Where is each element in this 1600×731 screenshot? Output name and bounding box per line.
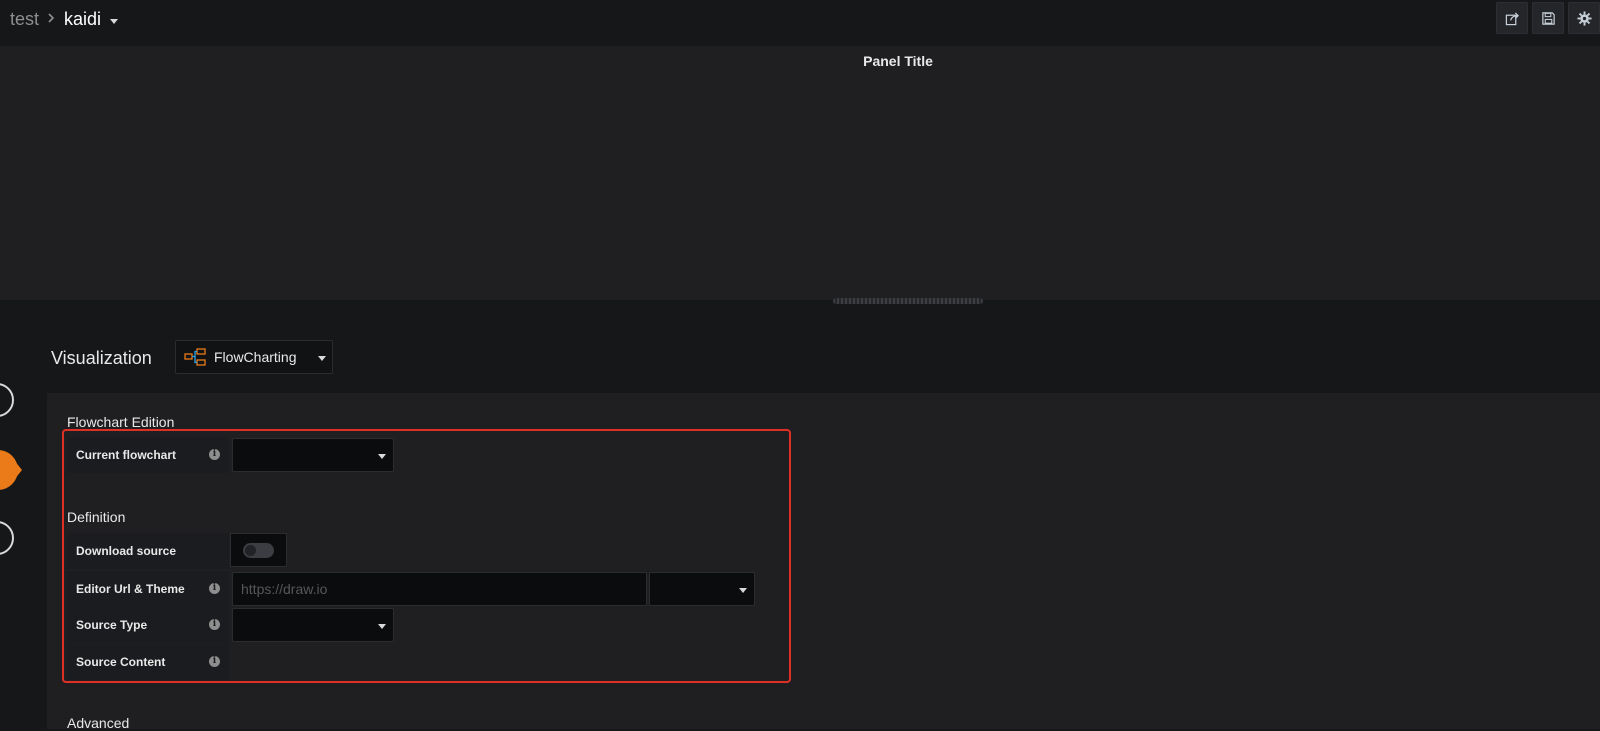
chevron-down-icon xyxy=(378,454,386,459)
chevron-down-icon xyxy=(378,624,386,629)
chevron-down-icon[interactable] xyxy=(110,19,118,24)
share-icon xyxy=(1505,11,1519,25)
queries-tab-icon[interactable] xyxy=(0,383,14,417)
source-type-select[interactable] xyxy=(232,608,394,642)
info-icon[interactable]: i xyxy=(209,619,220,630)
breadcrumb-dashboard[interactable]: kaidi xyxy=(64,9,101,30)
visualization-picker[interactable]: FlowCharting xyxy=(175,340,333,374)
general-tab-icon[interactable] xyxy=(0,521,14,555)
gear-icon xyxy=(1576,10,1592,26)
download-source-label: Download source xyxy=(67,533,229,569)
breadcrumb-folder[interactable]: test xyxy=(10,9,39,30)
info-icon[interactable]: i xyxy=(209,449,220,460)
chevron-down-icon xyxy=(739,588,747,593)
visualization-picker-value: FlowCharting xyxy=(214,349,297,365)
editor-url-input[interactable] xyxy=(232,572,647,606)
download-source-toggle[interactable] xyxy=(230,533,287,567)
source-type-label: Source Type i xyxy=(67,607,229,643)
toggle-track[interactable] xyxy=(243,543,274,558)
visualization-heading: Visualization xyxy=(51,348,152,368)
toggle-knob xyxy=(245,545,256,556)
flowchart-edition-heading: Flowchart Edition xyxy=(67,414,175,430)
info-icon[interactable]: i xyxy=(209,656,220,667)
save-icon xyxy=(1541,11,1555,25)
definition-heading: Definition xyxy=(67,509,126,525)
current-flowchart-label: Current flowchart i xyxy=(67,437,229,473)
save-button[interactable] xyxy=(1532,2,1564,34)
chevron-down-icon xyxy=(318,356,326,361)
source-type-label-text: Source Type xyxy=(76,618,148,632)
resize-handle[interactable] xyxy=(833,298,983,304)
panel-preview: Panel Title xyxy=(0,46,1600,300)
share-button[interactable] xyxy=(1496,2,1528,34)
editor-theme-select[interactable] xyxy=(649,572,755,606)
editor-url-label: Editor Url & Theme i xyxy=(67,571,229,607)
settings-button[interactable] xyxy=(1568,2,1600,34)
download-source-label-text: Download source xyxy=(76,544,177,558)
source-content-label-text: Source Content xyxy=(76,655,166,669)
editor-url-label-text: Editor Url & Theme xyxy=(76,582,185,596)
active-tab-indicator xyxy=(14,460,22,480)
current-flowchart-select[interactable] xyxy=(232,438,394,472)
current-flowchart-label-text: Current flowchart xyxy=(76,448,177,462)
chevron-right-icon xyxy=(48,13,55,23)
top-navbar: test kaidi xyxy=(0,0,1600,46)
info-icon[interactable]: i xyxy=(209,583,220,594)
flowchart-icon xyxy=(184,348,206,366)
panel-title[interactable]: Panel Title xyxy=(0,53,1600,69)
source-content-label: Source Content i xyxy=(67,644,229,680)
